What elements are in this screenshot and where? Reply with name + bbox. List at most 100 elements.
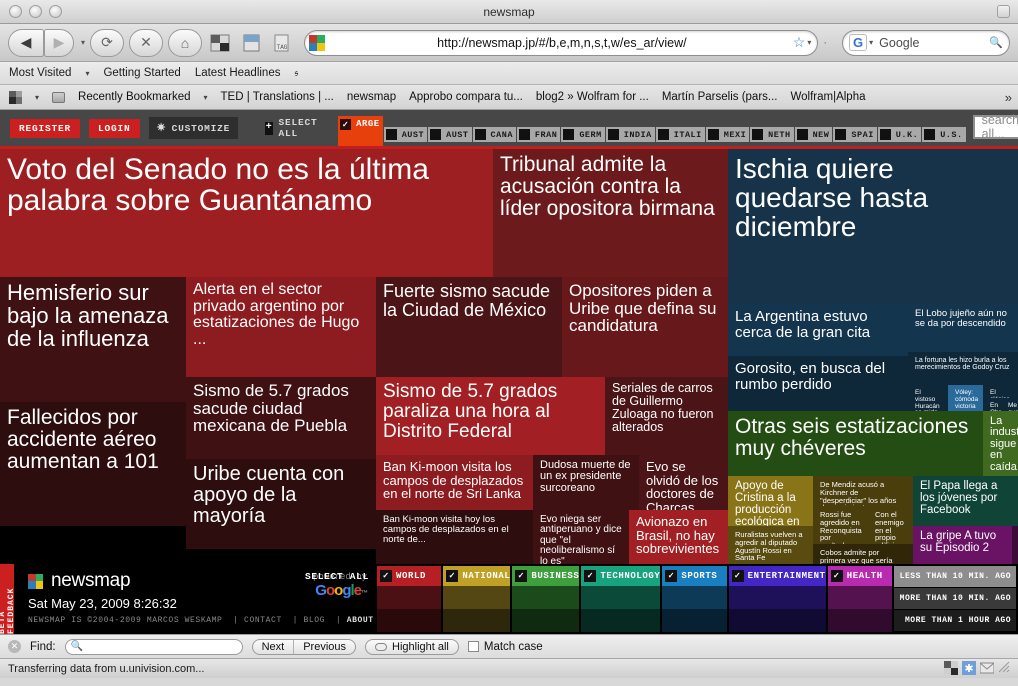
- country-tab-uk-12[interactable]: U.K.: [877, 127, 922, 142]
- legend-checkbox[interactable]: ✓: [830, 570, 843, 582]
- bookmark-martin-parselis[interactable]: Martín Parselis (pars...: [662, 91, 778, 103]
- newsmap-search-input[interactable]: search all...: [982, 113, 1018, 141]
- customize-button[interactable]: ✷ CUSTOMIZE: [148, 117, 239, 139]
- news-cell[interactable]: En Obrá: [983, 398, 1001, 411]
- news-cell[interactable]: Sismo de 5.7 grados sacude ciudad mexica…: [186, 377, 376, 459]
- news-cell[interactable]: Avionazo en Brasil, no hay sobreviviente…: [629, 510, 728, 564]
- country-tab-arge-0[interactable]: ✓ ARGE: [338, 116, 383, 146]
- news-cell[interactable]: El clásico: [983, 385, 1018, 398]
- country-tab-checkbox[interactable]: [879, 129, 891, 140]
- page-style-icon[interactable]: [944, 661, 958, 675]
- news-cell[interactable]: Rossi fue agredido en Reconquista por ex…: [813, 506, 868, 544]
- search-engine-icon[interactable]: G: [849, 34, 868, 51]
- bookmark-recently-bookmarked[interactable]: Recently Bookmarked: [78, 91, 191, 103]
- news-cell[interactable]: [1012, 526, 1018, 564]
- legend-checkbox[interactable]: ✓: [665, 570, 678, 582]
- legend-header[interactable]: ✓ ENTERTAINMENT: [728, 566, 826, 586]
- country-tab-checkbox[interactable]: [474, 129, 486, 140]
- news-cell[interactable]: Opositores piden a Uribe que defina su c…: [562, 277, 728, 377]
- country-tab-checkbox[interactable]: [657, 129, 669, 140]
- bookmarks-overflow-icon[interactable]: »: [1005, 90, 1012, 105]
- news-cell[interactable]: Sismo de 5.7 grados paraliza una hora al…: [376, 377, 605, 455]
- news-cell[interactable]: Evo se olvidó de los doctores de Charcas: [639, 455, 728, 510]
- news-cell[interactable]: De Mendiz acusó a Kirchner de "desperdic…: [813, 476, 913, 506]
- contact-link[interactable]: CONTACT: [244, 616, 282, 625]
- resize-grip-icon[interactable]: [998, 661, 1012, 675]
- news-cell[interactable]: Vóley: cómoda victoria: [948, 385, 983, 411]
- news-cell[interactable]: Otras seis estatizaciones muy chéveres: [728, 411, 983, 476]
- mail-icon[interactable]: [979, 661, 995, 675]
- news-cell[interactable]: Uribe cuenta con apoyo de la mayoría: [186, 459, 376, 549]
- bookmark-star-icon[interactable]: ☆: [793, 34, 806, 51]
- news-cell[interactable]: La Argentina estuvo cerca de la gran cit…: [728, 304, 908, 356]
- legend-checkbox[interactable]: ✓: [515, 570, 528, 582]
- news-cell[interactable]: Ban Ki-moon visita los campos de desplaz…: [376, 455, 533, 510]
- browser-search-input[interactable]: Google: [873, 36, 989, 50]
- country-tab-checkbox[interactable]: ✓: [340, 119, 352, 130]
- country-tab-checkbox[interactable]: [707, 129, 719, 140]
- news-cell[interactable]: Fallecidos por accidente aéreo aumentan …: [0, 402, 186, 526]
- search-magnifier-icon[interactable]: 🔍: [989, 36, 1003, 49]
- news-cell[interactable]: Voto del Senado no es la última palabra …: [0, 149, 493, 277]
- news-cell[interactable]: Tribunal admite la acusación contra la l…: [493, 149, 728, 277]
- country-tab-checkbox[interactable]: [607, 129, 619, 140]
- news-cell[interactable]: Ruralistas vuelven a agredir al diputado…: [728, 526, 813, 564]
- stop-button[interactable]: ✕: [129, 28, 164, 57]
- beta-feedback-tab[interactable]: BETA FEEDBACK: [0, 564, 16, 634]
- country-tab-cana-3[interactable]: CANA: [472, 127, 516, 142]
- country-tab-checkbox[interactable]: [430, 129, 442, 140]
- country-tab-checkbox[interactable]: [835, 129, 847, 140]
- news-cell[interactable]: Cobos admite por primera vez que sería c…: [813, 544, 913, 564]
- bookmark-most-visited[interactable]: Most Visited: [9, 67, 71, 79]
- country-tab-new-10[interactable]: NEW: [794, 127, 833, 142]
- bookmark-wolfram-alpha[interactable]: Wolfram|Alpha: [790, 91, 865, 103]
- legend-header[interactable]: ✓ TECHNOLOGY: [581, 566, 661, 586]
- legend-column-national[interactable]: ✓ NATIONAL: [443, 566, 511, 632]
- legend-header[interactable]: ✓ HEALTH: [827, 566, 892, 586]
- country-tab-mexi-8[interactable]: MEXI: [705, 127, 750, 142]
- country-tab-india-6[interactable]: INDIA: [605, 127, 655, 142]
- bookmark-blog2[interactable]: blog2 » Wolfram for ...: [536, 91, 649, 103]
- split-view-icon[interactable]: [207, 30, 233, 56]
- legend-checkbox[interactable]: ✓: [584, 570, 597, 582]
- legend-header[interactable]: ✓ NATIONAL: [443, 566, 511, 586]
- bookmark-latest-headlines[interactable]: Latest Headlines: [195, 67, 281, 79]
- window-collapse-button[interactable]: [997, 5, 1010, 18]
- bookmark-getting-started[interactable]: Getting Started: [103, 67, 180, 79]
- country-tab-checkbox[interactable]: [752, 129, 764, 140]
- country-tab-itali-7[interactable]: ITALI: [655, 127, 705, 142]
- footer-select-all-label[interactable]: SELECT ALL: [305, 571, 369, 582]
- country-tab-germ-5[interactable]: GERM: [561, 127, 605, 142]
- news-cell[interactable]: Seriales de carros de Guillermo Zuloaga …: [605, 377, 728, 455]
- country-tab-checkbox[interactable]: [924, 129, 936, 140]
- browser-search-bar[interactable]: G ▾ Google 🔍: [842, 29, 1010, 56]
- chevron-down-icon[interactable]: ▾: [85, 69, 89, 78]
- news-cell[interactable]: Alerta en el sector privado argentino po…: [186, 277, 376, 377]
- news-cell[interactable]: El Papa llega a los jóvenes por Facebook: [913, 476, 1018, 526]
- news-cell[interactable]: Ischia quiere quedarse hasta diciembre: [728, 149, 1018, 304]
- legend-header[interactable]: ✓ BUSINESS: [512, 566, 580, 586]
- news-cell[interactable]: La fortuna les hizo burla a los merecimi…: [908, 352, 1018, 385]
- home-button[interactable]: ⌂: [168, 28, 203, 57]
- legend-checkbox[interactable]: ✓: [380, 570, 392, 582]
- back-button[interactable]: ◀: [8, 28, 44, 57]
- news-cell[interactable]: Con el enemigo en el propio edificio: [868, 506, 913, 544]
- news-cell[interactable]: Ban Ki-moon visita hoy los campos de des…: [376, 510, 533, 564]
- news-cell[interactable]: Gorosito, en busca del rumbo perdido: [728, 356, 908, 411]
- history-dropdown-icon[interactable]: ▾: [81, 38, 85, 47]
- news-cell[interactable]: El Lobo jujeño aún no se da por descendi…: [908, 304, 1018, 352]
- find-next-button[interactable]: Next: [253, 640, 294, 654]
- chevron-down-icon[interactable]: ▾: [204, 93, 208, 102]
- url-text[interactable]: http://newsmap.jp/#/b,e,m,n,s,t,w/es_ar/…: [331, 36, 793, 50]
- blog-link[interactable]: BLOG: [303, 616, 325, 625]
- news-cell[interactable]: Fuerte sismo sacude la Ciudad de México: [376, 277, 562, 377]
- bookmark-approbo[interactable]: Approbo compara tu...: [409, 91, 523, 103]
- news-cell[interactable]: Evo niega ser antiperuano y dice que "el…: [533, 510, 629, 564]
- news-cell[interactable]: La gripe A tuvo su Episodio 2: [913, 526, 1012, 564]
- legend-column-business[interactable]: ✓ BUSINESS: [512, 566, 580, 632]
- find-previous-button[interactable]: Previous: [293, 639, 355, 654]
- legend-checkbox[interactable]: ✓: [731, 570, 744, 582]
- country-tab-us-13[interactable]: U.S.: [922, 127, 966, 142]
- legend-column-health[interactable]: ✓ HEALTH: [827, 566, 892, 632]
- bookmark-newsmap[interactable]: newsmap: [347, 91, 396, 103]
